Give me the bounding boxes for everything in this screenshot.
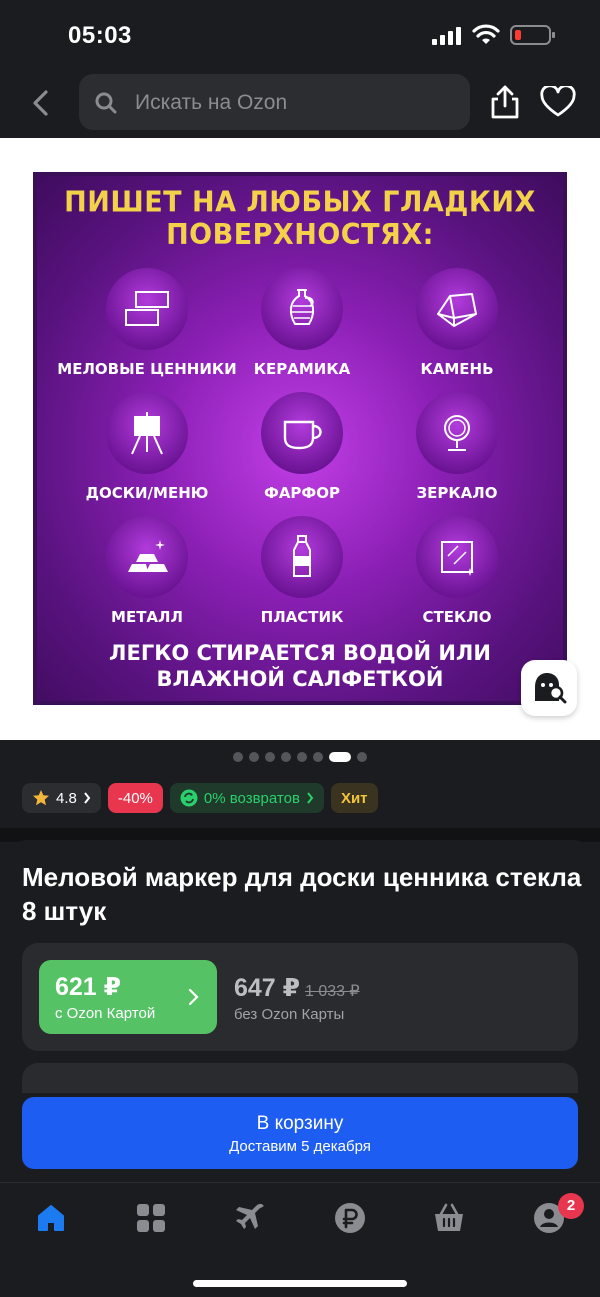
card-price-label: с Ozon Картой [55, 1005, 156, 1022]
top-navigation: Искать на Ozon [0, 70, 600, 138]
card-price: 621 ₽ [55, 973, 122, 1001]
feature-label: МЕЛОВЫЕ ЦЕННИКИ [57, 360, 237, 378]
feature-label: ЗЕРКАЛО [416, 484, 498, 502]
feature-label: ДОСКИ/МЕНЮ [85, 484, 209, 502]
status-time: 05:03 [68, 22, 132, 49]
product-title: Меловой маркер для доски ценника стекла … [22, 862, 582, 926]
metal-bars-icon [106, 516, 188, 598]
vase-icon [261, 268, 343, 350]
easel-icon [106, 392, 188, 474]
rating-chip[interactable]: 4.8 [22, 783, 101, 813]
gallery-dot[interactable] [233, 752, 243, 762]
bottle-icon [261, 516, 343, 598]
feature-label: ФАРФОР [263, 484, 341, 502]
share-icon[interactable] [488, 84, 522, 120]
returns-chip[interactable]: 0% возвратов [169, 783, 324, 813]
bottom-tab-bar: 2 [0, 1182, 600, 1297]
chevron-right-icon [84, 792, 91, 804]
delivery-date: Доставим 5 декабря [229, 1138, 371, 1155]
profile-notification-badge: 2 [558, 1193, 584, 1219]
feature-label: МЕТАЛЛ [111, 608, 183, 626]
rating-value: 4.8 [56, 789, 77, 807]
cellular-signal-icon [432, 27, 461, 45]
feature-plastic: ПЛАСТИК [212, 516, 392, 626]
search-icon [95, 92, 117, 114]
feature-glass: СТЕКЛО [367, 516, 547, 626]
favorite-heart-icon[interactable] [540, 86, 576, 118]
mirror-icon [416, 392, 498, 474]
gallery-dot[interactable] [313, 752, 323, 762]
add-to-cart-label: В корзину [256, 1113, 344, 1134]
status-bar: 05:03 [0, 0, 600, 70]
feature-label: СТЕКЛО [422, 608, 492, 626]
return-arrows-icon [180, 789, 198, 807]
feature-metal: МЕТАЛЛ [57, 516, 237, 626]
chevron-right-icon [188, 988, 199, 1006]
feature-porcelain: ФАРФОР [212, 392, 392, 502]
home-icon[interactable] [34, 1201, 68, 1235]
banner-title: ПИШЕТ НА ЛЮБЫХ ГЛАДКИХ ПОВЕРХНОСТЯХ: [64, 186, 536, 252]
airplane-icon[interactable] [233, 1201, 267, 1235]
search-input[interactable]: Искать на Ozon [79, 74, 470, 130]
chevron-right-icon [307, 792, 314, 804]
feature-label: КАМЕНЬ [420, 360, 494, 378]
visual-search-button[interactable] [521, 660, 577, 716]
stone-icon [416, 268, 498, 350]
wifi-icon [472, 24, 500, 44]
gallery-dot[interactable] [249, 752, 259, 762]
gallery-dot[interactable] [281, 752, 291, 762]
add-to-cart-button[interactable]: В корзину Доставим 5 декабря [22, 1097, 578, 1169]
regular-price: 647 ₽ [234, 974, 301, 1002]
price-tags-icon [106, 268, 188, 350]
gallery-dot[interactable] [357, 752, 367, 762]
next-section-preview [22, 1063, 578, 1093]
feature-stone: КАМЕНЬ [367, 268, 547, 378]
feature-ceramics: КЕРАМИКА [212, 268, 392, 378]
ruble-icon[interactable] [333, 1201, 367, 1235]
gallery-dot[interactable] [297, 752, 307, 762]
feature-chalk-tags: МЕЛОВЫЕ ЦЕННИКИ [57, 268, 237, 378]
discount-badge: -40% [107, 783, 163, 813]
hit-badge: Хит [330, 783, 378, 813]
battery-low-icon [510, 25, 555, 45]
gallery-pagination[interactable] [0, 752, 600, 772]
product-image[interactable]: ПИШЕТ НА ЛЮБЫХ ГЛАДКИХ ПОВЕРХНОСТЯХ: МЕЛ… [33, 172, 567, 705]
regular-price-label: без Ozon Карты [234, 1006, 345, 1023]
feature-boards: ДОСКИ/МЕНЮ [57, 392, 237, 502]
feature-mirror: ЗЕРКАЛО [367, 392, 547, 502]
banner-footer-line1: ЛЕГКО СТИРАЕТСЯ ВОДОЙ ИЛИ [109, 641, 491, 665]
banner-footer: ЛЕГКО СТИРАЕТСЯ ВОДОЙ ИЛИ ВЛАЖНОЙ САЛФЕТ… [37, 640, 563, 692]
price-block: 621 ₽ с Ozon Картой 647 ₽ 1 033 ₽ без Oz… [22, 943, 578, 1051]
glass-icon [416, 516, 498, 598]
old-price: 1 033 ₽ [305, 983, 360, 1000]
basket-icon[interactable] [432, 1201, 466, 1235]
home-indicator [193, 1280, 407, 1287]
image-search-icon [535, 673, 567, 704]
feature-label: КЕРАМИКА [253, 360, 351, 378]
search-placeholder: Искать на Ozon [135, 91, 288, 114]
returns-text: 0% возвратов [203, 789, 300, 807]
gallery-dot[interactable] [329, 752, 351, 762]
product-image-gallery[interactable]: ПИШЕТ НА ЛЮБЫХ ГЛАДКИХ ПОВЕРХНОСТЯХ: МЕЛ… [0, 138, 600, 740]
back-arrow-icon[interactable] [28, 88, 54, 118]
feature-label: ПЛАСТИК [260, 608, 344, 626]
ozon-card-price-button[interactable]: 621 ₽ с Ozon Картой [39, 960, 217, 1034]
product-badges: 4.8 -40% 0% возвратов Хит [22, 783, 378, 813]
grid-icon[interactable] [134, 1201, 168, 1235]
cup-icon [261, 392, 343, 474]
star-icon [33, 790, 49, 806]
gallery-dot[interactable] [265, 752, 275, 762]
banner-footer-line2: ВЛАЖНОЙ САЛФЕТКОЙ [156, 667, 444, 691]
